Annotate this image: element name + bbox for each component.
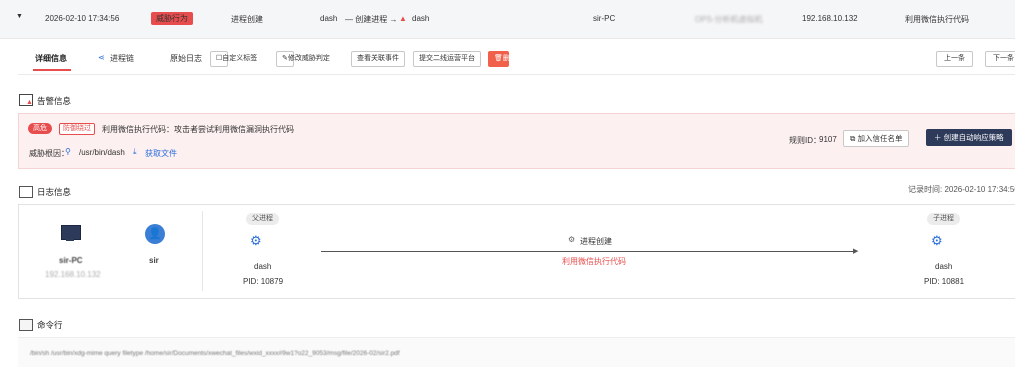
alert-section-title: 告警信息 xyxy=(37,96,72,106)
fetch-file-link[interactable]: 获取文件 xyxy=(145,148,177,159)
gear-process-icon: ⚙ xyxy=(931,233,943,248)
child-name: dash xyxy=(935,262,953,271)
parent-name: dash xyxy=(254,262,272,271)
add-trust-button[interactable]: ⧉ 加入信任名单 xyxy=(843,130,910,147)
cmd-panel: /bin/sh /usr/bin/xdg-mime query filetype… xyxy=(18,337,1015,367)
process-arrow: — 创建进程 → xyxy=(345,15,398,24)
divider xyxy=(18,74,1015,75)
tab-process-chain[interactable]: 进程链 xyxy=(110,53,134,64)
tab-active-indicator xyxy=(33,69,71,71)
user-name: sir xyxy=(149,256,159,265)
tab-raw-log[interactable]: 原始日志 xyxy=(170,53,202,64)
next-button[interactable]: 下一条 xyxy=(985,51,1015,67)
search-icon: ⚲ xyxy=(65,147,71,156)
modify-label: 修改威胁判定 xyxy=(287,55,330,62)
action-desc: 利用微信执行代码 xyxy=(562,257,626,266)
alert-icon: ▲ xyxy=(399,14,407,23)
parent-pid: PID: 10879 xyxy=(243,277,284,286)
process-to: dash xyxy=(412,14,430,23)
log-panel: sir-PC 192.168.10.132 👤 sir 父进程 ⚙ dash P… xyxy=(18,204,1015,299)
divider xyxy=(202,211,203,291)
rule-label: 规则ID： xyxy=(789,136,821,145)
root-path: /usr/bin/dash xyxy=(79,148,125,157)
tab-bar: 详细信息 ⋖ 进程链 原始日志 ☐ 自定义标签 ✎ 修改威胁判定 查看关联事件 … xyxy=(0,44,1015,74)
severity-badge: 高危 xyxy=(28,123,52,134)
host-name: sir-PC xyxy=(593,14,616,23)
rule-id: 9107 xyxy=(819,135,837,144)
log-section-title: 日志信息 xyxy=(37,187,72,197)
child-tag: 子进程 xyxy=(927,213,960,225)
cmd-section-title: 命令行 xyxy=(37,320,63,330)
create-policy-button[interactable]: ＋ 创建自动响应策略 xyxy=(926,129,1012,146)
event-summary-row[interactable]: ▼ 2026-02-10 17:34:56 威胁行为 进程创建 dash — 创… xyxy=(0,0,1015,39)
event-name: 进程创建 xyxy=(231,15,263,24)
gear-process-icon: ⚙ xyxy=(568,235,576,244)
event-time: 2026-02-10 17:34:56 xyxy=(45,14,120,23)
submit-button[interactable]: 提交二线运营平台 xyxy=(413,51,481,67)
trust-label: 加入信任名单 xyxy=(857,134,903,143)
alert-panel: 高危 防御绕过 利用微信执行代码：攻击者尝试利用微信漏洞执行代码 威胁根因： ⚲… xyxy=(18,113,1015,169)
arrow-head: ▶ xyxy=(853,248,859,255)
create-policy-label: 创建自动响应策略 xyxy=(943,133,1004,142)
modify-button[interactable]: ✎ 修改威胁判定 xyxy=(276,51,330,67)
record-time: 记录时间: 2026-02-10 17:34:56 xyxy=(908,185,1015,194)
log-section-icon xyxy=(19,186,33,198)
gear-process-icon: ⚙ xyxy=(250,233,262,248)
user-icon: 👤 xyxy=(145,224,165,244)
alert-text: 利用微信执行代码：攻击者尝试利用微信漏洞执行代码 xyxy=(102,125,294,134)
share-icon: ⋖ xyxy=(98,53,105,62)
host-name: sir-PC xyxy=(59,256,83,265)
custom-tag-button[interactable]: ☐ 自定义标签 xyxy=(210,51,257,67)
custom-tag-label: 自定义标签 xyxy=(222,55,258,62)
terminal-icon xyxy=(19,319,33,331)
blurred-cell: OPS-分析机虚拟机 xyxy=(695,15,763,24)
type-badge: 威胁行为 xyxy=(151,12,193,25)
child-pid: PID: 10881 xyxy=(924,277,965,286)
delete-alert-button[interactable]: 🗑 删除告警 xyxy=(488,51,531,67)
command-text: /bin/sh /usr/bin/xdg-mime query filetype… xyxy=(30,350,400,357)
monitor-stand xyxy=(66,239,74,241)
prev-button[interactable]: 上一条 xyxy=(936,51,973,67)
parent-tag: 父进程 xyxy=(246,213,279,225)
root-label: 威胁根因： xyxy=(29,149,69,158)
event-description: 利用微信执行代码 xyxy=(905,15,969,24)
action-name: 进程创建 xyxy=(580,237,612,246)
delete-label: 删除告警 xyxy=(502,55,531,62)
host-ip: 192.168.10.132 xyxy=(45,270,101,279)
status-badge: 防御绕过 xyxy=(59,123,95,135)
monitor-icon xyxy=(61,225,81,240)
alert-icon: ▲ xyxy=(26,99,33,106)
host-ip: 192.168.10.132 xyxy=(802,14,858,23)
chevron-down-icon[interactable]: ▼ xyxy=(16,13,23,20)
flow-arrow xyxy=(321,251,855,252)
process-from: dash xyxy=(320,14,338,23)
related-events-button[interactable]: 查看关联事件 xyxy=(351,51,405,67)
download-icon: ⤓ xyxy=(133,147,137,156)
tab-details[interactable]: 详细信息 xyxy=(35,53,67,64)
